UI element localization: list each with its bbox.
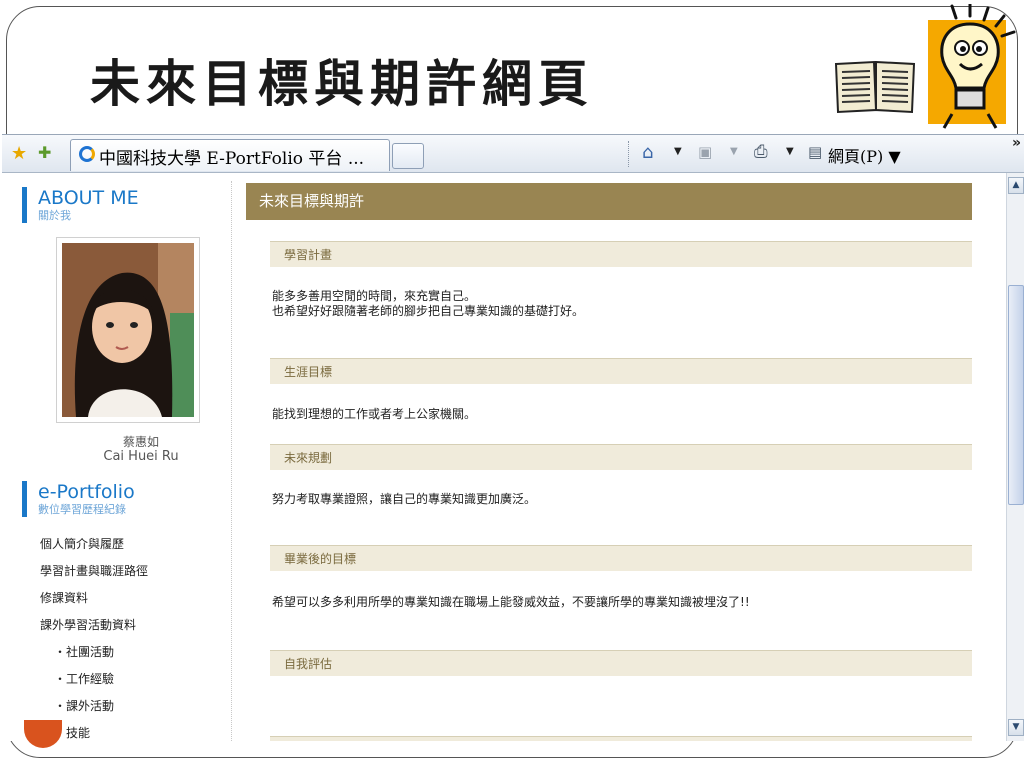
slide-title: 未來目標與期許網頁 (90, 54, 594, 113)
rss-dropdown-arrow[interactable]: ▼ (730, 146, 738, 157)
sidebar-menu: 個人簡介與履歷 學習計畫與職涯路徑 修課資料 課外學習活動資料 ・社團活動 ・工… (40, 531, 148, 741)
tab-title: 中國科技大學 E-PortFolio 平台 ... (99, 149, 365, 169)
page-icon: ▤ (808, 143, 823, 161)
eportfolio-heading: e-Portfolio 數位學習歷程紀錄 (22, 481, 135, 517)
browser-tab[interactable]: 中國科技大學 E-PortFolio 平台 ... (70, 139, 390, 171)
scrollbar-thumb[interactable] (1008, 285, 1024, 505)
section-header-next (270, 736, 972, 741)
toolbar-separator (628, 141, 629, 167)
post-graduation-line: 希望可以多多利用所學的專業知識在職場上能發威效益，不要讓所學的專業知識被埋沒了!… (272, 595, 750, 609)
rss-feed-icon[interactable]: ▣ (698, 143, 712, 161)
profile-name-chinese: 蔡惠如 (122, 435, 159, 449)
page-title: 未來目標與期許 (246, 183, 972, 220)
eportfolio-subtitle: 數位學習歷程紀錄 (38, 503, 126, 516)
print-dropdown-arrow[interactable]: ▼ (786, 146, 794, 157)
about-me-title: ABOUT ME (38, 187, 139, 209)
learning-plan-line: 也希望好好跟隨著老師的腳步把自己專業知識的基礎打好。 (272, 304, 585, 318)
home-icon[interactable]: ⌂ (642, 142, 653, 163)
eportfolio-title: e-Portfolio (38, 481, 135, 503)
career-goal-line: 能找到理想的工作或者考上公家機關。 (272, 407, 477, 421)
sidebar-item-profile[interactable]: 個人簡介與履歷 (40, 531, 148, 558)
about-me-subtitle: 關於我 (38, 209, 71, 222)
sidebar-item-clubs[interactable]: ・社團活動 (40, 639, 148, 666)
profile-name-english: Cai Huei Ru (103, 449, 179, 464)
scroll-down-icon[interactable]: ▼ (1008, 719, 1024, 736)
sidebar-item-extracurricular[interactable]: 課外學習活動資料 (40, 612, 148, 639)
browser-toolbar: ★ ✚ 中國科技大學 E-PortFolio 平台 ... ⌂ ▼ ▣ ▼ ⎙ … (2, 135, 1024, 173)
print-icon[interactable]: ⎙ (754, 142, 768, 162)
browser-window: ★ ✚ 中國科技大學 E-PortFolio 平台 ... ⌂ ▼ ▣ ▼ ⎙ … (2, 134, 1024, 741)
section-header-future-plan: 未來規劃 (270, 444, 972, 470)
favorites-star-icon[interactable]: ★ (11, 143, 27, 164)
section-text-future-plan: 努力考取專業證照，讓自己的專業知識更加廣泛。 (272, 492, 962, 507)
section-header-learning-plan: 學習計畫 (270, 241, 972, 267)
sidebar: ABOUT ME 關於我 蔡惠如 Cai Huei Ru e-Portfolio… (10, 181, 232, 741)
vertical-scrollbar[interactable]: ▲ ▼ (1006, 173, 1024, 741)
lightbulb-icon (928, 4, 1016, 129)
sidebar-item-work-experience[interactable]: ・工作經驗 (40, 666, 148, 693)
section-text-learning-plan: 能多多善用空閒的時間，來充實自己。 也希望好好跟隨著老師的腳步把自己專業知識的基… (272, 289, 962, 319)
add-favorite-icon[interactable]: ✚ (38, 143, 51, 162)
main-content: 未來目標與期許 學習計畫 能多多善用空閒的時間，來充實自己。 也希望好好跟隨著老… (246, 183, 972, 741)
section-text-career-goal: 能找到理想的工作或者考上公家機關。 (272, 407, 962, 422)
learning-plan-line: 能多多善用空閒的時間，來充實自己。 (272, 289, 477, 303)
sidebar-item-learning-plan[interactable]: 學習計畫與職涯路徑 (40, 558, 148, 585)
ie-page-icon (79, 146, 95, 162)
section-header-post-graduation: 畢業後的目標 (270, 545, 972, 571)
profile-photo-image (62, 243, 194, 417)
home-dropdown-arrow[interactable]: ▼ (674, 146, 682, 157)
scroll-up-icon[interactable]: ▲ (1008, 177, 1024, 194)
book-icon (834, 60, 916, 114)
toolbar-overflow-button[interactable]: » (1012, 135, 1021, 151)
section-text-post-graduation: 希望可以多多利用所學的專業知識在職場上能發威效益，不要讓所學的專業知識被埋沒了!… (272, 595, 962, 610)
about-me-heading: ABOUT ME 關於我 (22, 187, 139, 223)
section-header-self-assessment: 自我評估 (270, 650, 972, 676)
page-viewport: ABOUT ME 關於我 蔡惠如 Cai Huei Ru e-Portfolio… (2, 173, 1006, 741)
new-tab-button[interactable] (392, 143, 424, 169)
section-header-career-goal: 生涯目標 (270, 358, 972, 384)
profile-photo (56, 237, 200, 423)
sidebar-item-activities[interactable]: ・課外活動 (40, 693, 148, 720)
future-plan-line: 努力考取專業證照，讓自己的專業知識更加廣泛。 (272, 492, 537, 506)
sidebar-item-courses[interactable]: 修課資料 (40, 585, 148, 612)
page-menu-button[interactable]: 網頁(P) ▼ (828, 143, 901, 167)
